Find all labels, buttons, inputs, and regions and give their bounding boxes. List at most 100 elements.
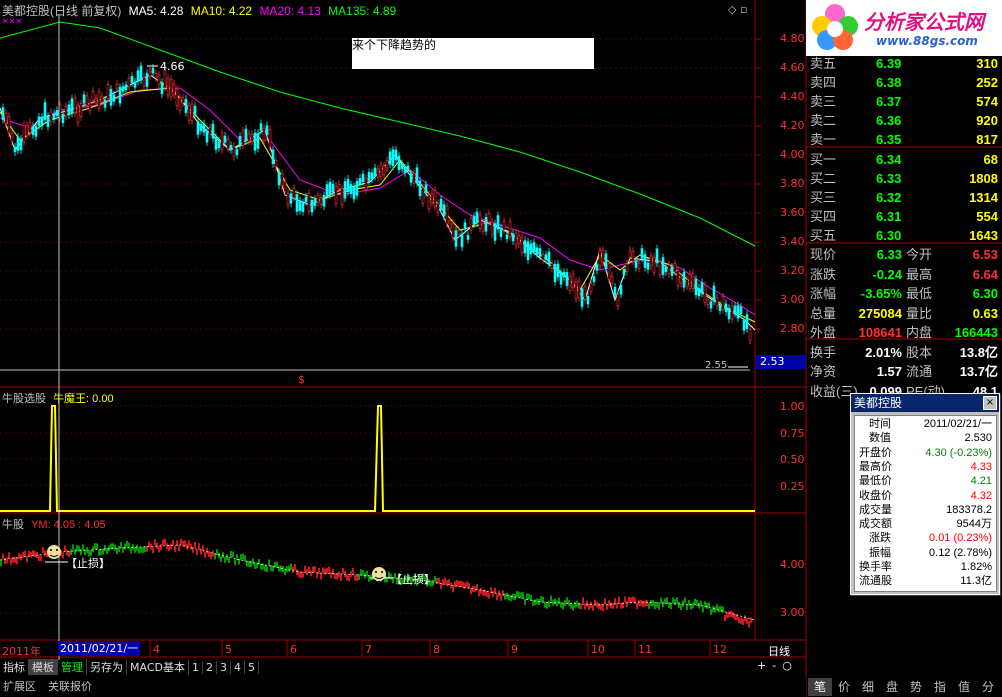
- candle-body: [103, 99, 107, 108]
- candle-body: [310, 200, 314, 213]
- candle-body: [10, 133, 14, 142]
- toolbar-tab-4[interactable]: MACD基本: [127, 659, 189, 675]
- zoom-in-button[interactable]: +: [757, 659, 766, 672]
- annotation-box[interactable]: 来个下降趋势的: [352, 38, 594, 69]
- toolbar-tab-2[interactable]: 管理: [58, 659, 87, 675]
- candle-body: [286, 193, 290, 206]
- logo-title: 分析家公式网: [864, 10, 984, 34]
- right-tab-7[interactable]: 分: [976, 678, 1000, 696]
- candle-body: [430, 193, 434, 204]
- candle-body: [148, 70, 152, 77]
- candle-body: [370, 172, 374, 180]
- right-tab-3[interactable]: 盘: [880, 678, 904, 696]
- quote-stat-row: 总量 275084 量比 0.63: [808, 304, 1000, 323]
- zoom-out-button[interactable]: -: [772, 659, 776, 672]
- chart-window-icons[interactable]: ◇ ▫: [728, 3, 747, 16]
- stock-chart-app: 美都控股(日线 前复权) MA5: 4.28 MA10: 4.22 MA20: …: [0, 0, 1002, 697]
- reset-button[interactable]: ○: [782, 659, 792, 672]
- candle-body: [7, 116, 11, 133]
- indicator2-tick: 3.00: [780, 606, 805, 619]
- toolbar-tab-7[interactable]: 3: [217, 660, 231, 674]
- ask-row: 卖二 6.36 920: [808, 111, 1000, 130]
- candle-body: [340, 188, 344, 205]
- stat-value: 6.53: [972, 247, 998, 262]
- candle-body: [73, 97, 77, 114]
- stat-value: 275084: [858, 305, 902, 321]
- toolbar-tab-8[interactable]: 4: [231, 660, 245, 674]
- tooltip-key: 涨跌: [869, 532, 891, 545]
- period-label[interactable]: 日线: [768, 643, 790, 659]
- candle-body: [319, 197, 323, 205]
- candle-body: [703, 285, 707, 303]
- toolbar-tab-9[interactable]: 5: [245, 660, 259, 674]
- indicator1-header: 牛股选股 牛魔王: 0.00: [2, 390, 114, 406]
- toolbar-tab-6[interactable]: 2: [203, 660, 217, 674]
- candle-body: [511, 233, 515, 242]
- candle-body: [727, 307, 731, 320]
- candle-body: [496, 215, 500, 230]
- candle-body: [556, 263, 560, 278]
- right-tab-6[interactable]: 值: [952, 678, 976, 696]
- candle-body: [181, 97, 185, 104]
- candle-body: [43, 102, 47, 120]
- stat-value: 13.7亿: [959, 364, 998, 379]
- candle-body: [322, 195, 326, 207]
- candle-body: [79, 103, 83, 117]
- order-label: 买三: [810, 190, 837, 205]
- stat-key: 今开: [906, 247, 933, 262]
- right-tab-1[interactable]: 价: [832, 678, 856, 696]
- candle-body: [685, 279, 689, 287]
- candle-body: [211, 123, 215, 139]
- order-price: 6.37: [876, 94, 902, 109]
- tooltip-value: 9544万: [956, 518, 992, 531]
- candle-body: [199, 123, 203, 131]
- candle-body: [559, 272, 563, 285]
- order-price: 6.33: [876, 171, 902, 186]
- order-price: 6.39: [876, 56, 902, 71]
- stat-key: 股本: [906, 344, 933, 360]
- tab-related-quote[interactable]: 关联报价: [48, 678, 92, 694]
- toolbar-tab-5[interactable]: 1: [189, 660, 203, 674]
- candle-body: [82, 94, 86, 104]
- order-price: 6.31: [876, 209, 902, 224]
- price-tick: 4.60: [780, 61, 805, 74]
- right-tab-5[interactable]: 指: [928, 678, 952, 696]
- right-tab-4[interactable]: 势: [904, 678, 928, 696]
- candle-body: [667, 264, 671, 274]
- candle-body: [151, 67, 155, 74]
- candle-body: [16, 136, 20, 151]
- order-price: 6.32: [876, 190, 902, 205]
- candle-body: [475, 211, 479, 224]
- candle-body: [628, 249, 632, 258]
- tab-extension[interactable]: 扩展区: [3, 678, 36, 694]
- tooltip-header[interactable]: 美都控股 ×: [851, 394, 999, 412]
- order-label: 卖五: [810, 56, 837, 71]
- price-tick: 4.00: [780, 148, 805, 161]
- toolbar-tab-1[interactable]: 模板: [29, 659, 58, 675]
- candle-body: [1, 107, 5, 120]
- candle-body: [622, 269, 626, 276]
- tooltip-row: 数值 2.530: [855, 431, 996, 446]
- candle-body: [415, 167, 419, 184]
- right-tab-2[interactable]: 细: [856, 678, 880, 696]
- right-tab-0[interactable]: 笔: [808, 678, 832, 696]
- toolbar-tab-0[interactable]: 指标: [0, 659, 29, 675]
- stat-key: 量比: [906, 305, 933, 321]
- candle-body: [142, 77, 146, 87]
- close-icon[interactable]: ×: [983, 396, 997, 410]
- candle-body: [562, 271, 566, 278]
- data-tooltip-window[interactable]: 美都控股 × 时间 2011/02/21/一 数值 2.530 开盘价 4.30 (-0.…: [850, 393, 1000, 595]
- candle-body: [232, 146, 236, 158]
- candle-body: [253, 132, 257, 151]
- bid-row: 买三 6.32 1314: [808, 188, 1000, 207]
- price-tick: 3.60: [780, 206, 805, 219]
- candle-body: [259, 123, 263, 131]
- candle-body: [502, 221, 506, 231]
- candle-body: [436, 203, 440, 213]
- price-tick: 3.20: [780, 264, 805, 277]
- candle-body: [619, 284, 623, 295]
- tooltip-row: 涨跌 0.01 (0.23%): [855, 531, 996, 546]
- candle-body: [349, 184, 353, 195]
- toolbar-tab-3[interactable]: 另存为: [87, 659, 127, 675]
- candle-body: [589, 283, 593, 292]
